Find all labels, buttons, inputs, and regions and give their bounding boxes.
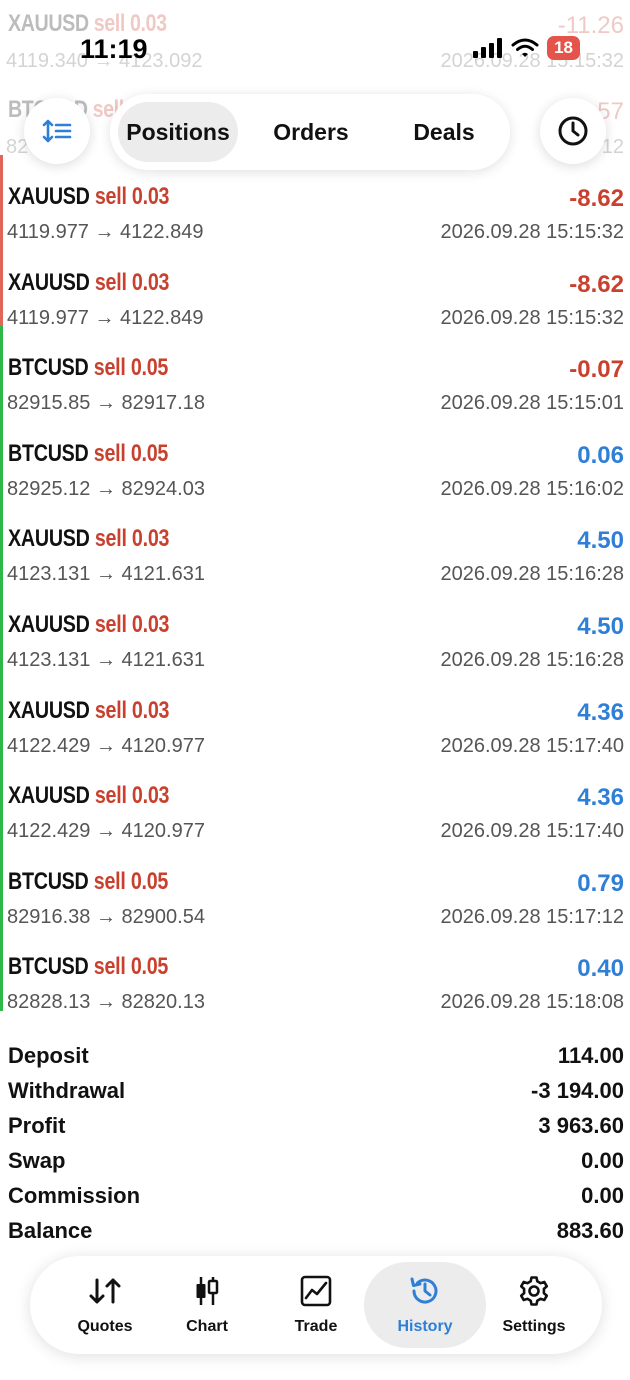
summary-deposit: Deposit 114.00 xyxy=(8,1043,624,1068)
summary-profit: Profit 3 963.60 xyxy=(8,1113,624,1138)
candlestick-icon xyxy=(196,1277,219,1305)
nav-chart[interactable]: Chart xyxy=(152,1262,262,1348)
nav-trade[interactable]: Trade xyxy=(261,1262,371,1348)
nav-history[interactable]: History xyxy=(364,1262,486,1348)
deal-profit: -8.62 xyxy=(569,270,624,298)
list-item[interactable]: BTCUSD sell 0.05 0.06 82925.12 → 82924.0… xyxy=(0,411,630,500)
nav-settings[interactable]: Settings xyxy=(479,1262,589,1348)
deal-date: 2026.09.28 15:18:08 xyxy=(440,991,624,1014)
history-icon xyxy=(410,1277,438,1304)
list-item[interactable]: XAUUSD sell 0.03 4.50 4123.131 → 4121.63… xyxy=(0,497,630,585)
loss-indicator xyxy=(0,240,3,327)
deal-prices: 82828.13 → 82820.13 xyxy=(7,991,205,1014)
list-item[interactable]: XAUUSD sell 0.03 4.36 4122.429 → 4120.97… xyxy=(0,668,630,757)
summary-commission: Commission 0.00 xyxy=(8,1183,624,1208)
status-bar: 11:19 18 xyxy=(0,0,630,80)
profit-indicator xyxy=(0,326,3,412)
profit-indicator xyxy=(0,497,3,583)
deal-profit: 0.79 xyxy=(577,869,624,897)
clock-icon xyxy=(558,116,588,146)
deal-profit: 4.50 xyxy=(577,612,624,640)
deal-profit: 0.06 xyxy=(577,441,624,469)
gear-icon xyxy=(519,1276,549,1306)
profit-indicator xyxy=(0,668,3,755)
deal-profit: -0.07 xyxy=(569,356,624,384)
summary-swap: Swap 0.00 xyxy=(8,1148,624,1173)
status-time: 11:19 xyxy=(80,34,148,64)
list-item[interactable]: XAUUSD sell 0.03 4.36 4122.429 → 4120.97… xyxy=(0,754,630,842)
bottom-nav: Quotes Chart Trade History Settings xyxy=(30,1256,602,1354)
summary-withdrawal: Withdrawal -3 194.00 xyxy=(8,1078,624,1103)
tab-deals[interactable]: Deals xyxy=(386,102,502,162)
signal-icon xyxy=(473,38,503,58)
list-item[interactable]: XAUUSD sell 0.03 -8.62 4119.977 → 4122.8… xyxy=(0,240,630,329)
profit-indicator xyxy=(0,754,3,840)
list-item[interactable]: BTCUSD sell 0.05 0.79 82916.38 → 82900.5… xyxy=(0,839,630,928)
profit-indicator xyxy=(0,925,3,1011)
deal-profit: 4.50 xyxy=(577,527,624,555)
battery-indicator: 18 xyxy=(547,36,580,60)
list-item[interactable]: BTCUSD sell 0.05 0.40 82828.13 → 82820.1… xyxy=(0,925,630,1014)
list-item[interactable]: BTCUSD sell 0.05 -0.07 82915.85 → 82917.… xyxy=(0,326,630,414)
deals-list: XAUUSD sell 0.03 -8.62 4119.977 → 4122.8… xyxy=(0,155,630,1014)
deal-profit: -8.62 xyxy=(569,185,624,212)
loss-indicator xyxy=(0,155,3,241)
tab-positions[interactable]: Positions xyxy=(118,102,238,162)
trade-chart-icon xyxy=(300,1275,332,1307)
tab-orders[interactable]: Orders xyxy=(250,102,372,162)
profit-indicator xyxy=(0,582,3,669)
quotes-arrows-icon xyxy=(89,1278,121,1304)
deal-profit: 0.40 xyxy=(577,955,624,983)
deal-profit: 4.36 xyxy=(577,784,624,812)
deal-profit: 4.36 xyxy=(577,698,624,726)
profit-indicator xyxy=(0,839,3,926)
sort-icon xyxy=(42,119,72,143)
nav-quotes[interactable]: Quotes xyxy=(50,1262,160,1348)
profit-indicator xyxy=(0,411,3,498)
account-summary: Deposit 114.00 Withdrawal -3 194.00 Prof… xyxy=(0,1039,630,1249)
wifi-icon xyxy=(511,38,539,57)
list-item[interactable]: XAUUSD sell 0.03 4.50 4123.131 → 4121.63… xyxy=(0,582,630,671)
list-item[interactable]: XAUUSD sell 0.03 -8.62 4119.977 → 4122.8… xyxy=(0,155,630,243)
summary-balance: Balance 883.60 xyxy=(8,1218,624,1243)
